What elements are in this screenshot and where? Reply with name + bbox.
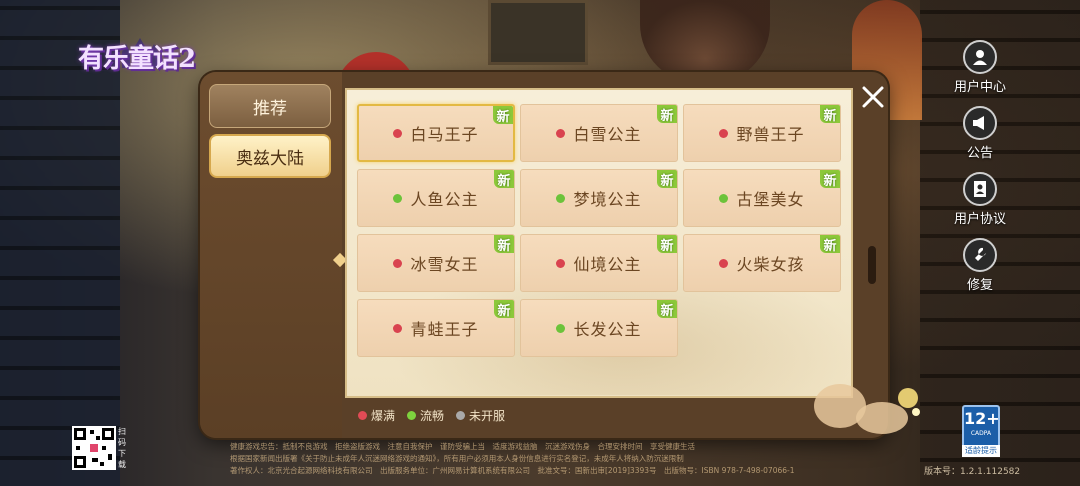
- panel-edge-notch: [868, 246, 876, 284]
- server-button[interactable]: 人鱼公主 新: [357, 169, 515, 227]
- status-dot: [556, 193, 566, 203]
- server-button[interactable]: 古堡美女 新: [683, 169, 841, 227]
- legend-full: 爆满: [358, 407, 395, 424]
- squirrel-mascot: [814, 384, 920, 434]
- new-badge: 新: [657, 170, 677, 189]
- new-badge: 新: [657, 235, 677, 254]
- publisher-notice: 著作权人：北京光合起源网络科技有限公司 出版服务单位：广州网易计算机系统有限公司…: [230, 466, 795, 475]
- tab-label: 推荐: [253, 98, 287, 119]
- logo-text: 有乐童话2: [78, 44, 196, 74]
- server-name: 仙境公主: [573, 255, 642, 274]
- server-button[interactable]: 长发公主 新: [520, 299, 678, 357]
- legend-closed: 未开服: [456, 407, 505, 424]
- health-notice: 健康游戏忠告：抵制不良游戏 拒绝盗版游戏 注意自我保护 谨防受骗上当 适度游戏益…: [230, 442, 695, 451]
- tab-recommended[interactable]: 推荐: [209, 84, 331, 128]
- status-dot: [719, 193, 729, 203]
- user-agreement-button[interactable]: 用户协议: [944, 172, 1016, 227]
- tab-label: 奥兹大陆: [236, 148, 304, 169]
- game-logo: 有乐童话2: [78, 30, 208, 74]
- new-badge: 新: [494, 300, 514, 319]
- megaphone-icon: [963, 106, 997, 140]
- age-tip: 适龄提示: [962, 445, 1000, 457]
- user-icon: [963, 40, 997, 74]
- server-name: 野兽王子: [736, 125, 805, 144]
- new-badge: 新: [493, 106, 513, 125]
- age-number: 12+: [964, 409, 1000, 428]
- server-name: 白马王子: [410, 125, 479, 144]
- qr-code: [72, 426, 116, 470]
- server-name: 人鱼公主: [410, 190, 479, 209]
- new-badge: 新: [494, 170, 514, 189]
- status-dot: [556, 323, 566, 333]
- server-name: 古堡美女: [736, 190, 805, 209]
- server-button[interactable]: 白雪公主 新: [520, 104, 678, 162]
- server-button[interactable]: 火柴女孩 新: [683, 234, 841, 292]
- new-badge: 新: [820, 235, 840, 254]
- new-badge: 新: [657, 105, 677, 124]
- server-button[interactable]: 野兽王子 新: [683, 104, 841, 162]
- server-name: 火柴女孩: [736, 255, 805, 274]
- new-badge: 新: [494, 235, 514, 254]
- menu-label: 用户中心: [953, 80, 1006, 95]
- status-dot: [393, 128, 403, 138]
- server-name: 梦境公主: [573, 190, 642, 209]
- status-dot: [556, 128, 566, 138]
- status-dot: [393, 258, 403, 268]
- status-dot: [719, 128, 729, 138]
- status-dot: [719, 258, 729, 268]
- server-button[interactable]: 白马王子 新: [357, 104, 515, 162]
- qr-label: 扫码下载: [118, 427, 126, 469]
- new-badge: 新: [820, 170, 840, 189]
- server-name: 长发公主: [573, 320, 642, 339]
- new-badge: 新: [820, 105, 840, 124]
- menu-label: 用户协议: [953, 212, 1006, 227]
- legend-dot: [358, 411, 367, 420]
- server-name: 白雪公主: [573, 125, 642, 144]
- region-sidebar: 推荐 奥兹大陆: [200, 72, 342, 438]
- legend-smooth: 流畅: [407, 407, 444, 424]
- tab-oz-continent[interactable]: 奥兹大陆: [209, 134, 331, 178]
- announcement-button[interactable]: 公告: [944, 106, 1016, 161]
- server-name: 冰雪女王: [410, 255, 479, 274]
- age-org: CADPA: [970, 430, 992, 437]
- wall-picture: [488, 0, 588, 65]
- server-button[interactable]: 梦境公主 新: [520, 169, 678, 227]
- legend-label: 未开服: [469, 409, 506, 423]
- status-dot: [393, 193, 403, 203]
- close-icon[interactable]: [858, 82, 888, 112]
- menu-label: 修复: [966, 278, 993, 293]
- status-dot: [393, 323, 403, 333]
- status-dot: [556, 258, 566, 268]
- server-button[interactable]: 青蛙王子 新: [357, 299, 515, 357]
- repair-button[interactable]: 修复: [944, 238, 1016, 293]
- legend-dot: [456, 411, 466, 420]
- wrench-icon: [963, 238, 997, 272]
- legend-dot: [407, 411, 417, 420]
- server-button[interactable]: 冰雪女王 新: [357, 234, 515, 292]
- new-badge: 新: [657, 300, 677, 319]
- server-button[interactable]: 仙境公主 新: [520, 234, 678, 292]
- status-legend: 爆满 流畅 未开服: [358, 407, 505, 424]
- legend-label: 流畅: [420, 409, 445, 423]
- server-name: 青蛙王子: [410, 320, 479, 339]
- age-rating-badge[interactable]: 12+ CADPA 适龄提示: [962, 405, 1000, 457]
- legend-label: 爆满: [371, 409, 396, 423]
- menu-label: 公告: [966, 146, 993, 161]
- user-center-button[interactable]: 用户中心: [944, 40, 1016, 95]
- version-text: 版本号：1.2.1.112582: [924, 467, 1021, 477]
- document-user-icon: [963, 172, 997, 206]
- anti-addiction-notice: 根据国家新闻出版署《关于防止未成年人沉迷网络游戏的通知》，所有用户必须用本人身份…: [230, 454, 684, 463]
- server-grid: 白马王子 新 白雪公主 新 野兽王子 新 人鱼公主 新 梦境公主 新 古堡美女 …: [357, 104, 841, 360]
